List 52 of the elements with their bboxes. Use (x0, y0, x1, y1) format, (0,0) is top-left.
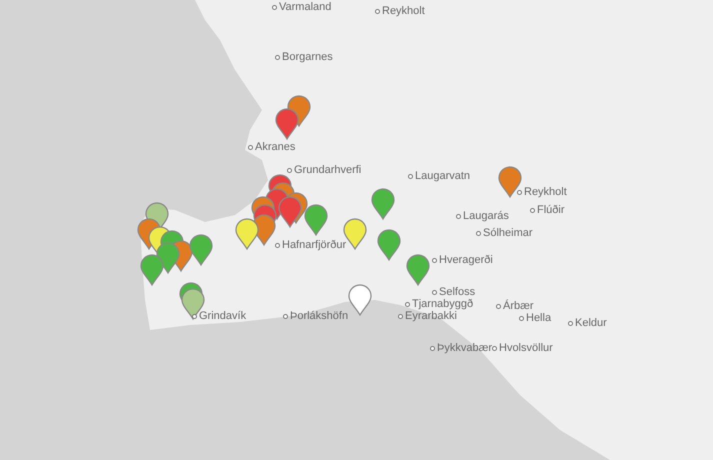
place-dot-icon (517, 190, 522, 195)
place-label: Borgarnes (282, 51, 333, 64)
map-pin[interactable] (377, 229, 401, 261)
place-label: Keldur (575, 317, 607, 330)
place-dot-icon (432, 258, 437, 263)
place-label: Árbær (503, 300, 534, 313)
place-label: Reykholt (382, 5, 425, 18)
place-label: Grindavík (199, 310, 246, 323)
place-dot-icon (476, 231, 481, 236)
map-pin[interactable] (304, 204, 328, 236)
place-label: Sólheimar (483, 227, 533, 240)
map-pin[interactable] (498, 166, 522, 198)
place-dot-icon (272, 5, 277, 10)
place-dot-icon (430, 346, 435, 351)
place-dot-icon (375, 9, 380, 14)
place-label: Varmaland (279, 1, 332, 14)
place-dot-icon (398, 314, 403, 319)
place-label: Þorlákshöfn (290, 310, 348, 323)
place-dot-icon (519, 316, 524, 321)
place-label: Reykholt (524, 186, 567, 199)
place-label: Hveragerði (439, 254, 493, 267)
map-pin[interactable] (348, 284, 372, 316)
place-dot-icon (287, 168, 292, 173)
place-label: Flúðir (537, 204, 565, 217)
place-label: Grundarhverfi (294, 164, 362, 177)
place-dot-icon (248, 145, 253, 150)
place-dot-icon (405, 302, 410, 307)
map-pin[interactable] (406, 254, 430, 286)
pin-cluster-drawing[interactable] (137, 202, 213, 286)
place-label: Laugarás (463, 210, 509, 223)
place-label: Tjarnabyggð (412, 298, 474, 311)
place-dot-icon (568, 321, 573, 326)
place-dot-icon (192, 314, 197, 319)
place-label: Hafnarfjörður (282, 239, 346, 252)
place-label: Hella (526, 312, 552, 325)
place-label: Eyrarbakki (405, 310, 457, 323)
place-label: Þykkvabær (437, 342, 492, 355)
place-dot-icon (496, 304, 501, 309)
map-pin[interactable] (371, 188, 395, 220)
place-dot-icon (283, 314, 288, 319)
place-label: Selfoss (439, 286, 476, 299)
place-label: Laugarvatn (415, 170, 470, 183)
place-dot-icon (530, 208, 535, 213)
place-dot-icon (275, 55, 280, 60)
place-dot-icon (432, 290, 437, 295)
pin-cluster-drawing[interactable] (275, 95, 311, 140)
place-dot-icon (456, 214, 461, 219)
place-label: Akranes (255, 141, 296, 154)
place-dot-icon (492, 346, 497, 351)
place-dot-icon (275, 243, 280, 248)
place-dot-icon (408, 174, 413, 179)
place-label: Hvolsvöllur (499, 342, 553, 355)
